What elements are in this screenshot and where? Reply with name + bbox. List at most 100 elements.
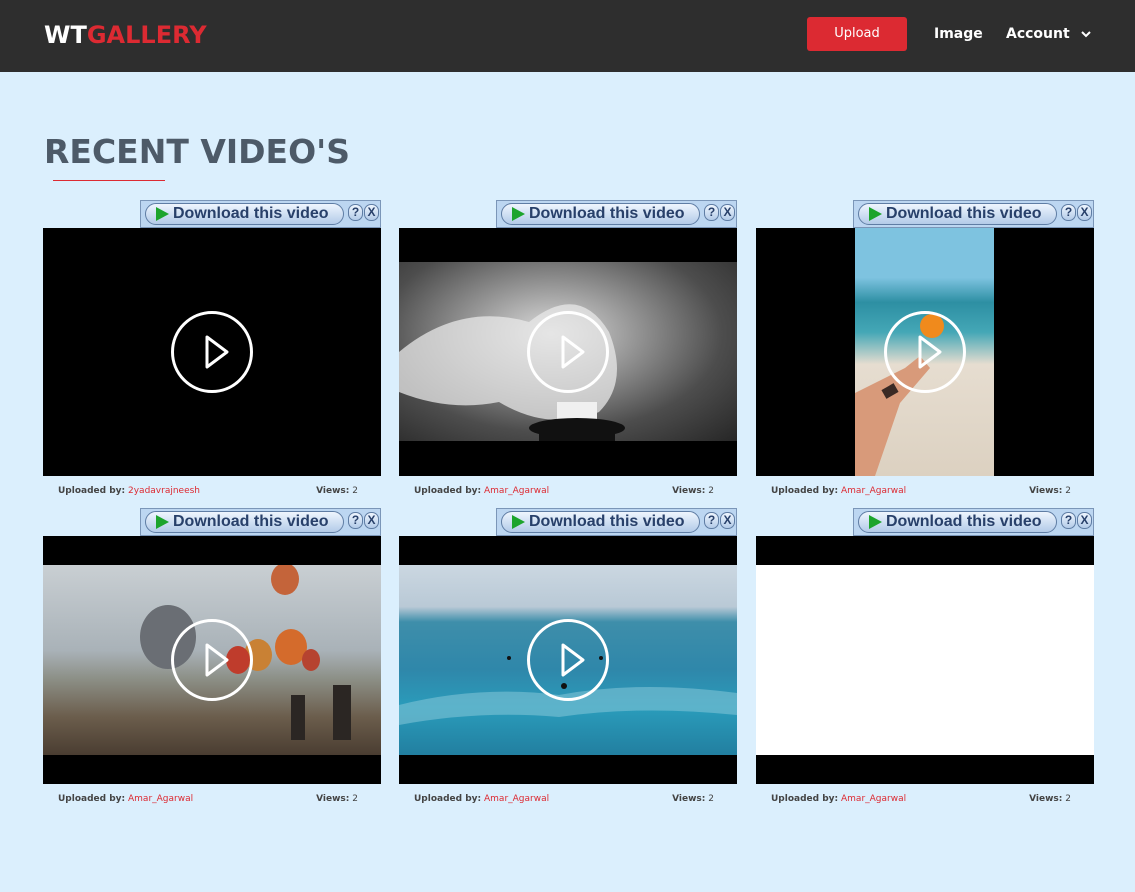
views-count: Views: 2 (672, 793, 714, 805)
views-label: Views: (1029, 486, 1063, 496)
views-value: 2 (1065, 794, 1071, 804)
views-value: 2 (1065, 486, 1071, 496)
views-count: Views: 2 (1029, 793, 1071, 805)
views-count: Views: 2 (672, 485, 714, 497)
views-value: 2 (352, 486, 358, 496)
close-button[interactable]: X (364, 204, 379, 221)
video-player[interactable] (756, 536, 1094, 784)
uploaded-by-label: Uploaded by: (414, 486, 482, 496)
download-label: Download this video (173, 205, 329, 222)
views-count: Views: 2 (316, 485, 358, 497)
uploader-link[interactable]: Amar_Agarwal (484, 486, 549, 496)
views-label: Views: (1029, 794, 1063, 804)
views-label: Views: (672, 794, 706, 804)
views-count: Views: 2 (316, 793, 358, 805)
download-bar: Download this video ? X (496, 200, 737, 228)
download-bar: Download this video ? X (853, 508, 1094, 536)
help-button[interactable]: ? (1061, 204, 1076, 221)
uploader-link[interactable]: Amar_Agarwal (484, 794, 549, 804)
download-play-icon (869, 207, 882, 221)
download-bar: Download this video ? X (140, 508, 381, 536)
play-icon[interactable] (527, 311, 609, 393)
nav-image-link[interactable]: Image (934, 25, 983, 43)
video-meta: Uploaded by: 2yadavrajneesh Views: 2 (58, 485, 358, 497)
video-card: Download this video ? X Uploaded by: Ama… (399, 508, 737, 813)
download-video-button[interactable]: Download this video (145, 203, 344, 225)
download-bar: Download this video ? X (496, 508, 737, 536)
help-button[interactable]: ? (348, 512, 363, 529)
video-player[interactable] (43, 228, 381, 476)
uploaded-by-label: Uploaded by: (771, 486, 839, 496)
views-count: Views: 2 (1029, 485, 1071, 497)
video-card: Download this video ? X Uploaded by: 2ya… (43, 200, 381, 505)
download-label: Download this video (173, 513, 329, 530)
views-value: 2 (708, 794, 714, 804)
uploaded-by-label: Uploaded by: (771, 794, 839, 804)
download-play-icon (869, 515, 882, 529)
site-logo[interactable]: WTGALLERY (44, 20, 207, 50)
title-underline (53, 180, 165, 181)
help-button[interactable]: ? (1061, 512, 1076, 529)
video-meta: Uploaded by: Amar_Agarwal Views: 2 (771, 485, 1071, 497)
views-label: Views: (672, 486, 706, 496)
video-card: Download this video ? X Uploaded by: Ama… (43, 508, 381, 813)
views-label: Views: (316, 794, 350, 804)
video-player[interactable] (43, 536, 381, 784)
download-play-icon (512, 207, 525, 221)
help-button[interactable]: ? (348, 204, 363, 221)
close-button[interactable]: X (1077, 204, 1092, 221)
video-player[interactable] (756, 228, 1094, 476)
upload-button[interactable]: Upload (807, 17, 907, 51)
video-card: Download this video ? X Uploaded by: Ama… (756, 508, 1094, 813)
close-button[interactable]: X (720, 512, 735, 529)
download-video-button[interactable]: Download this video (501, 511, 700, 533)
navbar: WTGALLERY Upload Image Account (0, 0, 1135, 72)
logo-gallery: GALLERY (86, 21, 207, 49)
close-button[interactable]: X (1077, 512, 1092, 529)
uploader-link[interactable]: Amar_Agarwal (841, 486, 906, 496)
download-video-button[interactable]: Download this video (858, 203, 1057, 225)
download-video-button[interactable]: Download this video (858, 511, 1057, 533)
download-play-icon (156, 207, 169, 221)
play-icon[interactable] (884, 311, 966, 393)
uploaded-by-label: Uploaded by: (414, 794, 482, 804)
uploaded-by-label: Uploaded by: (58, 486, 126, 496)
uploaded-by-label: Uploaded by: (58, 794, 126, 804)
download-bar: Download this video ? X (140, 200, 381, 228)
video-meta: Uploaded by: Amar_Agarwal Views: 2 (771, 793, 1071, 805)
uploader-link[interactable]: 2yadavrajneesh (128, 486, 200, 496)
uploader-link[interactable]: Amar_Agarwal (841, 794, 906, 804)
play-icon[interactable] (527, 619, 609, 701)
video-card: Download this video ? X Uploaded by: Ama… (756, 200, 1094, 505)
help-button[interactable]: ? (704, 204, 719, 221)
logo-wt: WT (44, 21, 87, 49)
download-label: Download this video (886, 205, 1042, 222)
video-meta: Uploaded by: Amar_Agarwal Views: 2 (58, 793, 358, 805)
download-video-button[interactable]: Download this video (145, 511, 344, 533)
download-label: Download this video (886, 513, 1042, 530)
video-player[interactable] (399, 228, 737, 476)
account-label: Account (1006, 26, 1070, 42)
play-icon[interactable] (171, 311, 253, 393)
play-icon[interactable] (171, 619, 253, 701)
video-meta: Uploaded by: Amar_Agarwal Views: 2 (414, 793, 714, 805)
download-play-icon (156, 515, 169, 529)
download-label: Download this video (529, 205, 685, 222)
video-thumbnail (756, 565, 1094, 755)
views-value: 2 (708, 486, 714, 496)
download-label: Download this video (529, 513, 685, 530)
close-button[interactable]: X (364, 512, 379, 529)
download-video-button[interactable]: Download this video (501, 203, 700, 225)
help-button[interactable]: ? (704, 512, 719, 529)
video-player[interactable] (399, 536, 737, 784)
page-title: RECENT VIDEO'S (44, 132, 351, 171)
views-label: Views: (316, 486, 350, 496)
nav-account-dropdown[interactable]: Account (1006, 25, 1091, 43)
download-play-icon (512, 515, 525, 529)
uploader-link[interactable]: Amar_Agarwal (128, 794, 193, 804)
video-meta: Uploaded by: Amar_Agarwal Views: 2 (414, 485, 714, 497)
close-button[interactable]: X (720, 204, 735, 221)
video-card: Download this video ? X Uploaded by: Ama… (399, 200, 737, 505)
download-bar: Download this video ? X (853, 200, 1094, 228)
views-value: 2 (352, 794, 358, 804)
